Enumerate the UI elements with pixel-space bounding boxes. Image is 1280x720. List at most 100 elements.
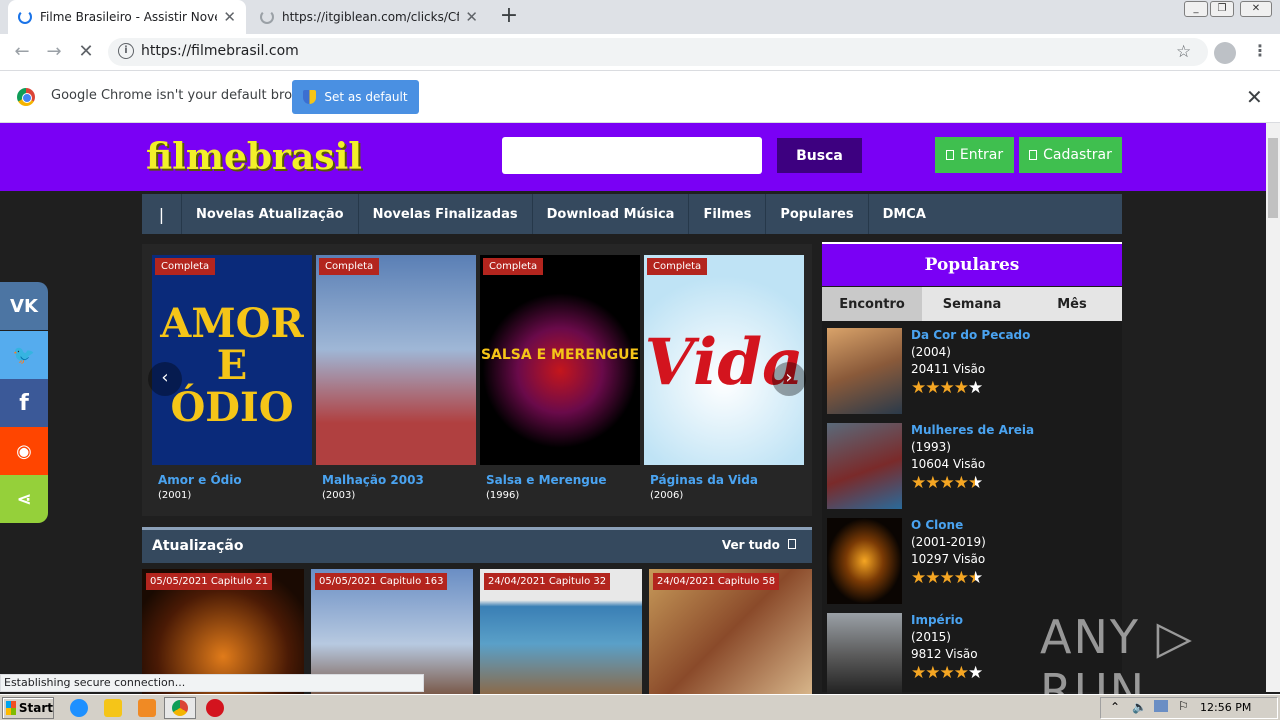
star-rating: ★★★★★ — [911, 378, 983, 398]
facebook-icon[interactable]: f — [0, 379, 48, 427]
update-card[interactable]: 24/04/2021 Capitulo 32 — [480, 569, 642, 694]
carousel-card-paginas-da-vida[interactable]: Vida Completa — [644, 255, 804, 465]
site-info-icon[interactable]: i — [118, 43, 134, 59]
bookmark-star-icon[interactable]: ☆ — [1176, 42, 1191, 62]
loading-spinner-icon — [260, 10, 274, 24]
star-icon: ★ — [911, 378, 926, 398]
taskbar-clock[interactable]: 12:56 PM — [1200, 701, 1251, 714]
star-icon: ★ — [911, 663, 926, 683]
login-button[interactable]: Entrar — [935, 137, 1014, 173]
address-bar[interactable]: i https://filmebrasil.com — [108, 38, 1208, 66]
chrome-icon — [172, 700, 188, 716]
popular-item[interactable]: Da Cor do Pecado (2004) 20411 Visão ★★★★… — [827, 328, 1117, 416]
item-views: 10297 Visão — [911, 552, 986, 566]
scrollbar-thumb[interactable] — [1268, 138, 1278, 218]
star-icon: ★ — [968, 663, 983, 683]
nav-populares[interactable]: Populares — [766, 194, 869, 234]
media-player-icon[interactable] — [138, 699, 156, 717]
nav-novelas-atualizacao[interactable]: Novelas Atualização — [182, 194, 359, 234]
tab-mes[interactable]: Mês — [1022, 287, 1122, 321]
tray-expand-icon[interactable]: ⌃ — [1110, 700, 1120, 714]
poster-art: SALSA E MERENGUE — [480, 347, 640, 363]
item-title[interactable]: Império — [911, 613, 963, 627]
thumbnail[interactable] — [827, 423, 902, 509]
see-all-link[interactable]: Ver tudo — [722, 538, 796, 552]
register-button[interactable]: Cadastrar — [1019, 137, 1122, 173]
restore-button[interactable]: ❐ — [1210, 1, 1234, 17]
episode-badge: 05/05/2021 Capitulo 163 — [315, 573, 448, 590]
carousel-card-malhacao[interactable]: Completa — [316, 255, 476, 465]
stop-loading-icon[interactable]: ✕ — [74, 41, 98, 65]
star-icon: ★ — [939, 663, 955, 683]
tab-semana[interactable]: Semana — [922, 287, 1022, 321]
star-rating: ★★★★★ — [911, 663, 983, 683]
popular-item[interactable]: Mulheres de Areia (1993) 10604 Visão ★★★… — [827, 423, 1117, 511]
star-icon: ★ — [953, 378, 969, 398]
site-logo[interactable]: filmebrasil — [146, 136, 362, 178]
card-title[interactable]: Páginas da Vida — [650, 473, 758, 487]
forward-arrow-icon[interactable]: → — [42, 41, 66, 65]
carousel-card-salsa-e-merengue[interactable]: SALSA E MERENGUE Completa — [480, 255, 640, 465]
item-views: 9812 Visão — [911, 647, 978, 661]
card-title[interactable]: Amor e Ódio — [158, 473, 242, 487]
card-title[interactable]: Malhação 2003 — [322, 473, 424, 487]
twitter-icon[interactable]: 🐦 — [0, 331, 48, 379]
card-title[interactable]: Salsa e Merengue — [486, 473, 607, 487]
back-arrow-icon[interactable]: ← — [10, 41, 34, 65]
tab-close-icon[interactable]: ✕ — [465, 8, 478, 26]
carousel-next-arrow-icon[interactable]: › — [772, 362, 806, 396]
ie-icon[interactable] — [70, 699, 88, 717]
popular-item[interactable]: O Clone (2001-2019) 10297 Visão ★★★★★ — [827, 518, 1117, 606]
nav-download-musica[interactable]: Download Música — [533, 194, 690, 234]
tab-filmebrasil[interactable]: Filme Brasileiro - Assistir Novelas ✕ — [8, 0, 246, 34]
carousel-prev-arrow-icon[interactable]: ‹ — [148, 362, 182, 396]
infobar-message: Google Chrome isn't your default browser — [51, 88, 323, 103]
thumbnail[interactable] — [827, 613, 902, 699]
star-icon: ★ — [939, 473, 955, 493]
window-close-button[interactable]: ✕ — [1240, 1, 1272, 17]
start-button[interactable]: Start — [2, 697, 54, 719]
thumbnail[interactable] — [827, 518, 902, 604]
item-title[interactable]: Mulheres de Areia — [911, 423, 1034, 437]
network-icon[interactable] — [1154, 700, 1168, 712]
vk-icon[interactable]: VK — [0, 282, 48, 330]
star-icon: ★ — [953, 473, 969, 493]
search-button[interactable]: Busca — [777, 138, 862, 173]
tab-encontro[interactable]: Encontro — [822, 287, 922, 321]
nav-novelas-finalizadas[interactable]: Novelas Finalizadas — [359, 194, 533, 234]
section-title: Atualização — [152, 538, 244, 554]
infobar-close-icon[interactable]: ✕ — [1246, 85, 1263, 109]
item-title[interactable]: O Clone — [911, 518, 963, 532]
minimize-button[interactable]: _ — [1184, 1, 1208, 17]
chrome-taskbar-button[interactable] — [164, 697, 196, 719]
star-icon: ★ — [925, 568, 940, 588]
item-views: 10604 Visão — [911, 457, 986, 471]
star-icon: ★ — [953, 568, 969, 588]
tab-close-icon[interactable]: ✕ — [223, 8, 236, 26]
explorer-folder-icon[interactable] — [104, 699, 122, 717]
episode-badge: 24/04/2021 Capitulo 58 — [653, 573, 780, 590]
carousel-card-amor-e-odio[interactable]: AMOR E ÓDIO Completa — [152, 255, 312, 465]
nav-dmca[interactable]: DMCA — [869, 194, 940, 234]
nav-filmes[interactable]: Filmes — [689, 194, 767, 234]
star-icon: ★ — [968, 473, 983, 493]
search-input[interactable] — [502, 137, 762, 174]
profile-avatar-icon[interactable] — [1214, 42, 1236, 64]
update-card[interactable]: 24/04/2021 Capitulo 58 — [649, 569, 812, 694]
set-as-default-button[interactable]: Set as default — [292, 80, 419, 114]
tab-itgiblean[interactable]: https://itgiblean.com/clicks/CfIboQ6 ✕ — [250, 0, 488, 34]
featured-carousel: AMOR E ÓDIO Completa Completa SALSA E ME… — [142, 244, 812, 516]
action-center-flag-icon[interactable]: ⚐ — [1178, 699, 1189, 713]
star-icon: ★ — [939, 378, 955, 398]
chrome-menu-icon[interactable]: ⋮ — [1252, 41, 1268, 60]
loading-spinner-icon — [18, 10, 32, 24]
opera-icon[interactable] — [206, 699, 224, 717]
reddit-icon[interactable]: ◉ — [0, 427, 48, 475]
share-icon[interactable]: ⋖ — [0, 475, 48, 523]
new-tab-button[interactable]: + — [496, 4, 522, 30]
thumbnail[interactable] — [827, 328, 902, 414]
volume-icon[interactable]: 🔈 — [1132, 700, 1147, 714]
item-title[interactable]: Da Cor do Pecado — [911, 328, 1030, 342]
updates-header: Atualização Ver tudo — [142, 527, 812, 563]
nav-home[interactable]: | — [142, 194, 182, 234]
